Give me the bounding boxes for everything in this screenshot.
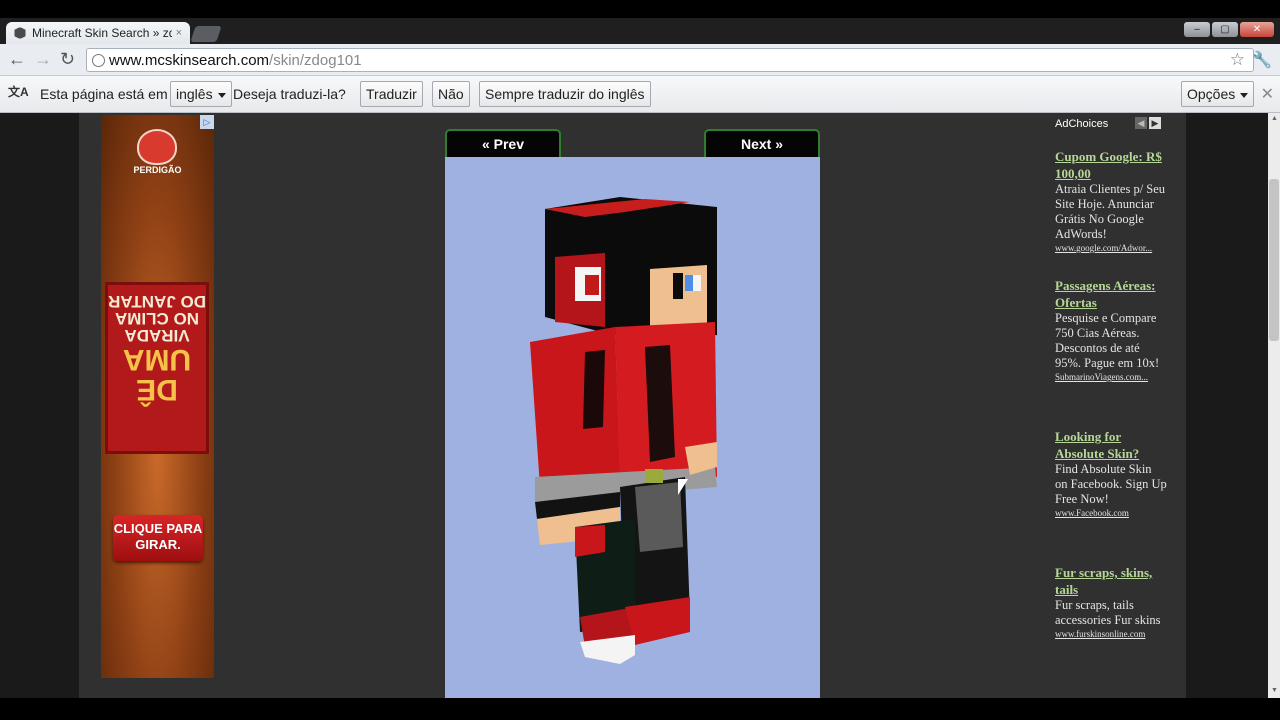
always-translate-button[interactable]: Sempre traduzir do inglês xyxy=(479,81,651,107)
ad-url[interactable]: www.furskinsonline.com xyxy=(1055,628,1167,640)
ad-url[interactable]: www.google.com/Adwor... xyxy=(1055,242,1167,254)
mouse-cursor-icon xyxy=(678,479,688,495)
bookmark-star-icon[interactable]: ☆ xyxy=(1230,50,1245,70)
ad-description: Pesquise e Compare 750 Cias Aéreas. Desc… xyxy=(1055,311,1160,370)
text-ad: Cupom Google: R$ 100,00 Atraia Clientes … xyxy=(1055,148,1167,254)
ad-description: Fur scraps, tails accessories Fur skins xyxy=(1055,598,1161,627)
next-button[interactable]: Next » xyxy=(704,129,820,157)
url-path: /skin/zdog101 xyxy=(269,51,362,69)
ad-url[interactable]: www.Facebook.com xyxy=(1055,507,1167,519)
page-viewport: PERDIGÃO ▷ DÊ UMA VIRADA NO CLIMA DO JAN… xyxy=(0,113,1268,698)
minecraft-skin-figure xyxy=(530,197,717,664)
bottom-letterbox xyxy=(0,698,1280,720)
translate-bar: 文A Esta página está em inglês Deseja tra… xyxy=(0,76,1280,113)
window-controls: ‒ ▢ ✕ xyxy=(1184,22,1274,37)
translate-button[interactable]: Traduzir xyxy=(360,81,423,107)
ad-pager: ◀ ▶ xyxy=(1135,117,1161,129)
ad-prev-icon[interactable]: ◀ xyxy=(1135,117,1147,129)
ad-next-icon[interactable]: ▶ xyxy=(1149,117,1161,129)
ad-headline-box: DÊ UMA VIRADA NO CLIMA DO JANTAR xyxy=(105,282,209,454)
perdigao-logo-icon xyxy=(137,129,177,165)
close-window-icon[interactable]: ✕ xyxy=(1240,22,1274,37)
back-arrow-icon[interactable]: ← xyxy=(8,50,26,68)
wrench-menu-icon[interactable]: 🔧 xyxy=(1252,50,1272,70)
language-select[interactable]: inglês xyxy=(170,81,232,107)
tab-close-icon[interactable]: × xyxy=(176,27,182,39)
ad-line-5: DO JANTAR xyxy=(108,292,206,311)
ad-title[interactable]: Cupom Google: R$ 100,00 xyxy=(1055,148,1167,182)
ad-line-4: NO CLIMA xyxy=(114,309,200,328)
scroll-up-icon[interactable]: ▲ xyxy=(1271,115,1278,122)
ad-line-3: VIRADA xyxy=(124,326,190,345)
skin-viewer: « Prev Next » xyxy=(445,129,820,698)
adchoices-label[interactable]: AdChoices xyxy=(1055,118,1108,130)
ad-line-1: DÊ xyxy=(136,373,178,406)
ad-brand: PERDIGÃO xyxy=(133,165,182,175)
text-ad: Fur scraps, skins, tails Fur scraps, tai… xyxy=(1055,564,1167,640)
scroll-down-icon[interactable]: ▼ xyxy=(1271,687,1278,694)
ad-description: Atraia Clientes p/ Seu Site Hoje. Anunci… xyxy=(1055,182,1166,241)
maximize-icon[interactable]: ▢ xyxy=(1212,22,1238,37)
translate-question: Deseja traduzi-la? xyxy=(233,86,346,102)
minimize-icon[interactable]: ‒ xyxy=(1184,22,1210,37)
url-host: www.mcskinsearch.com xyxy=(109,51,270,69)
new-tab-button[interactable] xyxy=(190,26,222,42)
forward-arrow-icon[interactable]: → xyxy=(34,50,52,68)
translate-icon: 文A xyxy=(8,85,29,99)
ad-line-2: UMA xyxy=(122,343,192,376)
ad-cta-button[interactable]: CLIQUE PARA GIRAR. xyxy=(113,515,203,561)
left-banner-ad[interactable]: PERDIGÃO ▷ DÊ UMA VIRADA NO CLIMA DO JAN… xyxy=(101,115,214,678)
adchoices-icon[interactable]: ▷ xyxy=(200,115,214,129)
no-translate-button[interactable]: Não xyxy=(432,81,470,107)
ad-title[interactable]: Fur scraps, skins, tails xyxy=(1055,564,1167,598)
address-bar[interactable]: www.mcskinsearch.com/skin/zdog101 ☆ xyxy=(86,48,1254,72)
ad-title[interactable]: Looking for Absolute Skin? xyxy=(1055,428,1167,462)
skin-render-stage[interactable] xyxy=(445,157,820,698)
right-text-ads: AdChoices ◀ ▶ Cupom Google: R$ 100,00 At… xyxy=(1055,113,1185,698)
prev-button[interactable]: « Prev xyxy=(445,129,561,157)
scroll-thumb[interactable] xyxy=(1269,179,1279,341)
ad-title[interactable]: Passagens Aéreas: Ofertas xyxy=(1055,277,1167,311)
site-favicon-icon xyxy=(14,27,26,39)
globe-icon xyxy=(92,54,105,67)
browser-tab[interactable]: Minecraft Skin Search » zdo × xyxy=(6,22,190,44)
options-button[interactable]: Opções xyxy=(1181,81,1255,107)
browser-window: Minecraft Skin Search » zdo × ‒ ▢ ✕ ← → … xyxy=(0,0,1280,720)
vertical-scrollbar[interactable]: ▲ ▼ xyxy=(1268,113,1280,698)
text-ad: Passagens Aéreas: Ofertas Pesquise e Com… xyxy=(1055,277,1167,383)
close-translate-bar-icon[interactable]: ✕ xyxy=(1261,84,1274,104)
ad-url[interactable]: SubmarinoViagens.com... xyxy=(1055,371,1167,383)
reload-icon[interactable]: ↻ xyxy=(60,50,75,68)
ad-description: Find Absolute Skin on Facebook. Sign Up … xyxy=(1055,462,1167,506)
text-ad: Looking for Absolute Skin? Find Absolute… xyxy=(1055,428,1167,519)
toolbar: ← → ↻ www.mcskinsearch.com/skin/zdog101 … xyxy=(0,44,1280,76)
tab-title: Minecraft Skin Search » zdo xyxy=(32,26,172,40)
translate-prefix: Esta página está em xyxy=(40,86,168,102)
page-body: PERDIGÃO ▷ DÊ UMA VIRADA NO CLIMA DO JAN… xyxy=(79,113,1186,698)
